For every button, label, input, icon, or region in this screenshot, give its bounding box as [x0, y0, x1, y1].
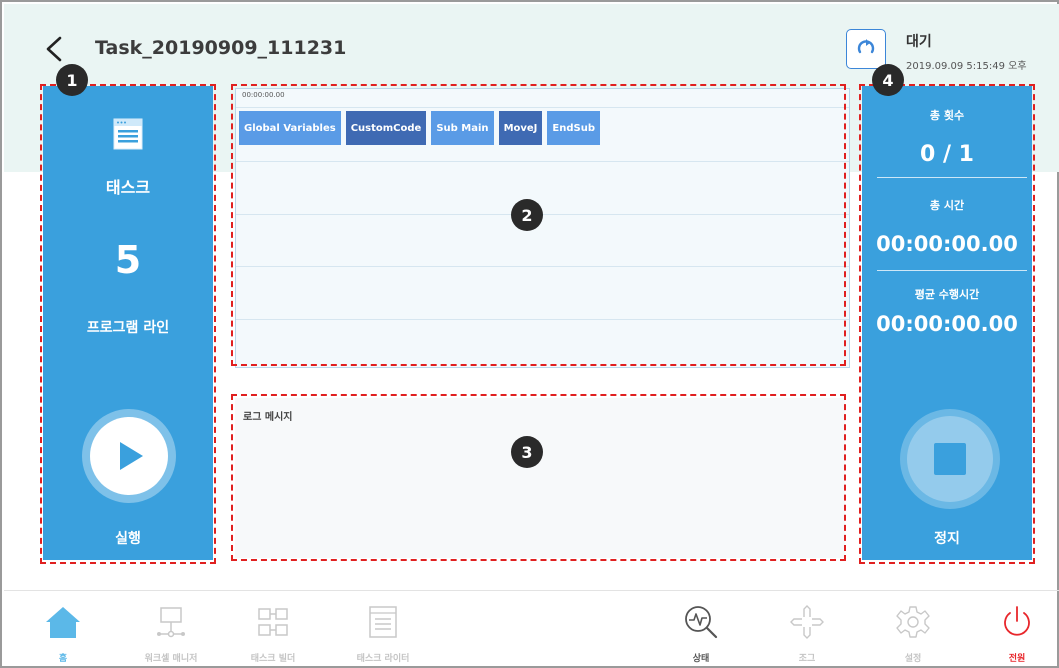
nav-label-status: 상태	[692, 654, 710, 664]
chip-endsub[interactable]: EndSub	[547, 111, 600, 145]
command-chip-row: Global Variables CustomCode Sub Main Mov…	[239, 111, 600, 145]
nav-status[interactable]: 상태	[656, 602, 746, 668]
chip-custom-code[interactable]: CustomCode	[345, 111, 427, 145]
jog-icon	[790, 605, 824, 639]
total-time-label: 총 시간	[929, 199, 965, 212]
total-count-label: 총 횟수	[929, 109, 965, 122]
app-window: Task_20190909_111231 대기 2019.09.09 5:15:…	[0, 0, 1059, 668]
nav-task-builder[interactable]: 태스크 빌더	[228, 602, 318, 668]
back-button[interactable]	[42, 34, 68, 64]
avg-time-value: 00:00:00.00	[876, 312, 1018, 336]
task-writer-icon	[369, 606, 397, 638]
status-icon	[685, 606, 718, 639]
play-icon	[120, 442, 143, 470]
task-title: Task_20190909_111231	[95, 37, 347, 59]
total-time-value: 00:00:00.00	[876, 232, 1018, 256]
nav-task-writer[interactable]: 태스크 라이터	[338, 602, 428, 668]
task-label: 태스크	[105, 178, 151, 197]
chip-movej[interactable]: MoveJ	[498, 111, 543, 145]
program-line-count: 5	[114, 238, 142, 282]
run-stats-panel: 총 횟수 0 / 1 총 시간 00:00:00.00 평균 수행시간 00:0…	[862, 86, 1032, 560]
timeline-divider	[236, 107, 849, 108]
stats-divider	[877, 177, 1027, 178]
stop-icon	[934, 443, 966, 475]
chip-global-variables[interactable]: Global Variables	[239, 111, 341, 145]
timeline-divider	[236, 319, 849, 320]
nav-label-settings: 설정	[904, 654, 922, 664]
stop-label: 정지	[934, 531, 960, 547]
total-count-value: 0 / 1	[920, 142, 974, 167]
avg-time-label: 평균 수행시간	[914, 288, 980, 301]
run-label: 실행	[115, 531, 141, 547]
nav-label-jog: 조그	[798, 654, 816, 664]
annotation-badge-2: 2	[511, 199, 543, 231]
program-line-label: 프로그램 라인	[86, 320, 170, 336]
window-icon	[113, 118, 143, 150]
nav-home[interactable]: 홈	[18, 602, 108, 668]
home-icon	[46, 607, 80, 638]
settings-icon	[896, 606, 930, 638]
log-panel[interactable]: 로그 메시지	[235, 398, 845, 558]
run-button[interactable]	[82, 409, 176, 503]
stats-divider	[877, 270, 1027, 271]
nav-power[interactable]: 전원	[972, 602, 1059, 668]
timeline-time: 00:00:00.00	[242, 91, 285, 99]
nav-workcell-manager[interactable]: 워크셀 매니저	[126, 602, 216, 668]
nav-label-task-writer: 태스크 라이터	[356, 654, 410, 664]
nav-label-workcell-manager: 워크셀 매니저	[144, 654, 198, 664]
chip-sub-main[interactable]: Sub Main	[431, 111, 494, 145]
timeline-divider	[236, 161, 849, 162]
nav-label-task-builder: 태스크 빌더	[250, 654, 296, 664]
nav-jog[interactable]: 조그	[762, 602, 852, 668]
annotation-badge-4: 4	[872, 64, 904, 96]
reset-button[interactable]	[846, 29, 886, 69]
timeline-divider	[236, 266, 849, 267]
nav-label-home: 홈	[58, 654, 68, 664]
task-builder-icon	[258, 608, 288, 636]
task-info-panel: 태스크 5 프로그램 라인 실행	[43, 86, 213, 560]
task-timeline: 00:00:00.00 Global Variables CustomCode …	[235, 88, 850, 368]
bottom-nav-separator	[4, 590, 1059, 591]
nav-label-power: 전원	[1008, 654, 1026, 664]
reset-icon	[857, 39, 875, 54]
annotation-badge-1: 1	[56, 64, 88, 96]
nav-settings[interactable]: 설정	[868, 602, 958, 668]
stop-button[interactable]	[900, 409, 1000, 509]
chevron-left-icon	[46, 36, 62, 62]
status-datetime: 2019.09.09 5:15:49 오후	[906, 61, 1027, 72]
power-icon	[1004, 606, 1030, 636]
annotation-badge-3: 3	[511, 436, 543, 468]
workcell-icon	[157, 607, 185, 638]
status-title: 대기	[906, 34, 932, 50]
log-title: 로그 메시지	[243, 412, 293, 423]
